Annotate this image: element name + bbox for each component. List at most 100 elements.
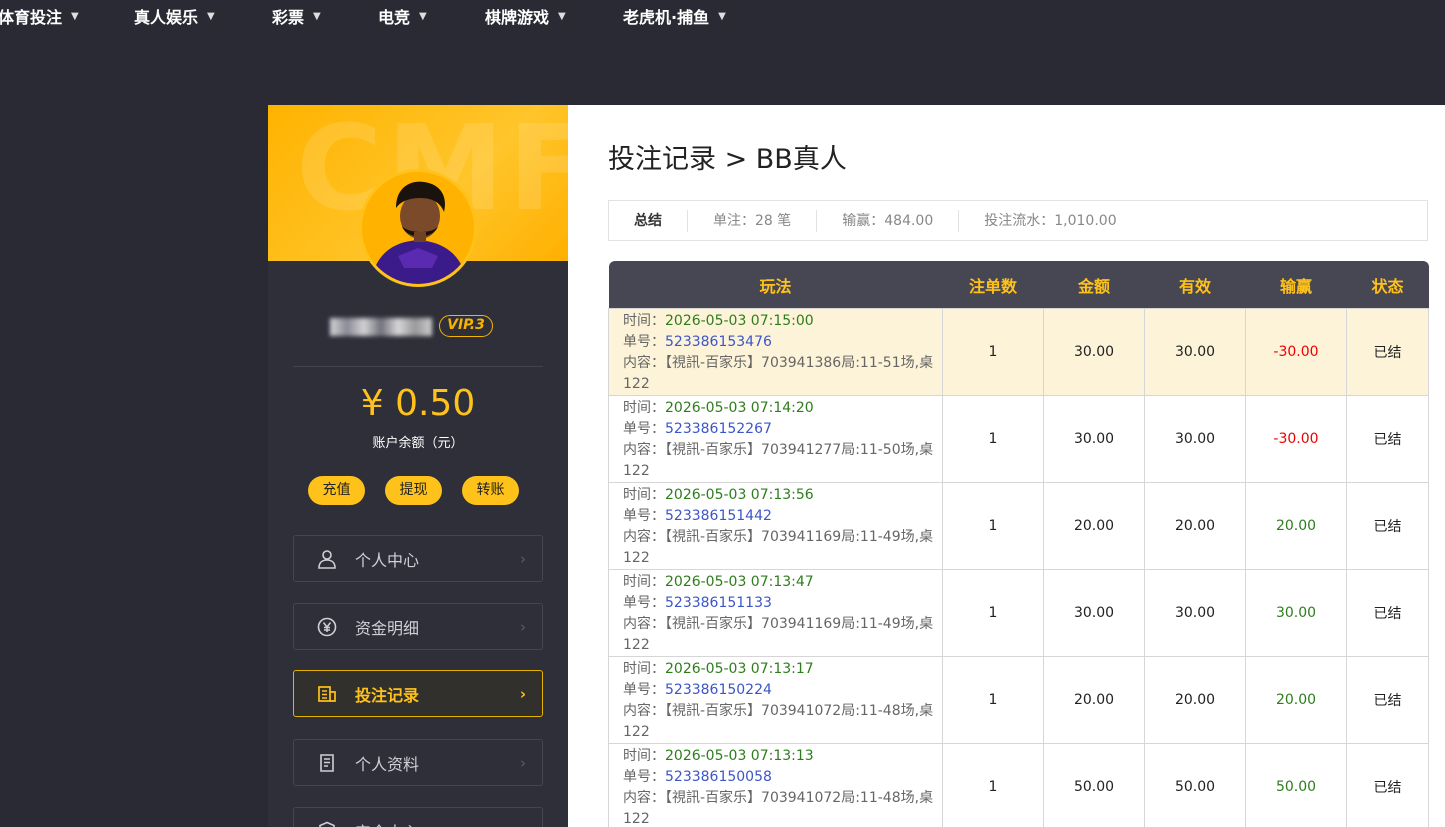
bet-status: 已结 [1346, 482, 1429, 570]
bet-content: 【視訊-百家乐】703941072局:11-48场,桌122 [623, 703, 934, 740]
sidebar-item-bet-record[interactable]: 投注记录 › [293, 670, 543, 717]
bet-info-cell: 时间：2026-05-03 07:15:00 单号：523386153476 内… [608, 308, 943, 396]
bet-record-icon [316, 683, 338, 705]
bet-time: 2026-05-03 07:13:56 [665, 487, 814, 503]
bet-content: 【視訊-百家乐】703941277局:11-50场,桌122 [623, 442, 934, 479]
order-number-link[interactable]: 523386150224 [665, 682, 772, 698]
bet-time: 2026-05-03 07:13:47 [665, 574, 814, 590]
bet-info-cell: 时间：2026-05-03 07:14:20 单号：523386152267 内… [608, 395, 943, 483]
avatar-image [362, 172, 474, 284]
bet-count: 1 [942, 743, 1044, 827]
table-row[interactable]: 时间：2026-05-03 07:13:13 单号：523386150058 内… [608, 743, 1429, 827]
bet-valid: 30.00 [1144, 308, 1246, 396]
bet-winloss: 20.00 [1245, 482, 1347, 570]
bet-winloss: -30.00 [1245, 395, 1347, 483]
col-header-amount: 金额 [1043, 261, 1145, 309]
table-row[interactable]: 时间：2026-05-03 07:13:47 单号：523386151133 内… [608, 569, 1429, 657]
bet-status: 已结 [1346, 569, 1429, 657]
chevron-down-icon: ▼ [313, 10, 321, 22]
bet-status: 已结 [1346, 395, 1429, 483]
nav-chess-games[interactable]: 棋牌游戏 ▼ [485, 4, 566, 28]
bet-count: 1 [942, 482, 1044, 570]
nav-sports[interactable]: 体育投注 ▼ [0, 4, 79, 28]
order-number-link[interactable]: 523386150058 [665, 769, 772, 785]
nav-live-casino[interactable]: 真人娱乐 ▼ [134, 4, 215, 28]
bet-amount: 30.00 [1043, 308, 1145, 396]
vip-badge: VIP.3 [439, 315, 493, 337]
bet-winloss: -30.00 [1245, 308, 1347, 396]
bet-valid: 20.00 [1144, 656, 1246, 744]
bet-status: 已结 [1346, 743, 1429, 827]
bet-time: 2026-05-03 07:13:17 [665, 661, 814, 677]
table-row[interactable]: 时间：2026-05-03 07:13:17 单号：523386150224 内… [608, 656, 1429, 744]
top-nav: 体育投注 ▼ 真人娱乐 ▼ 彩票 ▼ 电竞 ▼ 棋牌游戏 ▼ 老虎机·捕鱼 ▼ [0, 0, 1445, 105]
nav-esports[interactable]: 电竞 ▼ [378, 4, 427, 28]
bet-status: 已结 [1346, 656, 1429, 744]
chevron-down-icon: ▼ [718, 10, 726, 22]
transfer-button[interactable]: 转账 [462, 476, 519, 505]
bet-amount: 20.00 [1043, 656, 1145, 744]
bet-time: 2026-05-03 07:13:13 [665, 748, 814, 764]
bet-count: 1 [942, 569, 1044, 657]
summary-label: 总结 [634, 212, 662, 229]
username-masked [330, 318, 432, 336]
bet-info-cell: 时间：2026-05-03 07:13:17 单号：523386150224 内… [608, 656, 943, 744]
order-number-link[interactable]: 523386151133 [665, 595, 772, 611]
chevron-down-icon: ▼ [558, 10, 566, 22]
summary-profit: 输赢：484.00 [816, 209, 958, 232]
sidebar-item-security[interactable]: 安全中心 › [293, 807, 543, 827]
avatar[interactable] [359, 169, 477, 287]
bet-info-cell: 时间：2026-05-03 07:13:13 单号：523386150058 内… [608, 743, 943, 827]
sidebar-item-personal-center[interactable]: 个人中心 › [293, 535, 543, 582]
bet-content: 【視訊-百家乐】703941169局:11-49场,桌122 [623, 529, 934, 566]
table-row[interactable]: 时间：2026-05-03 07:15:00 单号：523386153476 内… [608, 308, 1429, 396]
account-sidebar: CMF VIP.3 ¥ 0.50 账户余额（元） 充值 提现 转账 个人中心 ›… [268, 105, 568, 827]
chevron-right-icon: › [520, 549, 526, 568]
col-header-count: 注单数 [942, 261, 1044, 309]
nav-lottery[interactable]: 彩票 ▼ [272, 4, 321, 28]
bet-amount: 20.00 [1043, 482, 1145, 570]
withdraw-button[interactable]: 提现 [385, 476, 442, 505]
nav-slots-fishing[interactable]: 老虎机·捕鱼 ▼ [623, 4, 726, 28]
chevron-down-icon: ▼ [71, 10, 79, 22]
order-number-link[interactable]: 523386153476 [665, 334, 772, 350]
col-header-winloss: 输赢 [1245, 261, 1347, 309]
sidebar-item-fund-details[interactable]: 资金明细 › [293, 603, 543, 650]
bet-count: 1 [942, 308, 1044, 396]
balance-label: 账户余额（元） [372, 436, 464, 451]
page-title: 投注记录 > BB真人 [608, 144, 847, 175]
bet-time: 2026-05-03 07:14:20 [665, 400, 814, 416]
bet-record-table: 玩法 注单数 金额 有效 输赢 状态 时间：2026-05-03 07:15:0… [608, 261, 1429, 827]
bet-winloss: 50.00 [1245, 743, 1347, 827]
bet-count: 1 [942, 395, 1044, 483]
bet-valid: 30.00 [1144, 395, 1246, 483]
bet-amount: 30.00 [1043, 395, 1145, 483]
table-row[interactable]: 时间：2026-05-03 07:14:20 单号：523386152267 内… [608, 395, 1429, 483]
table-header: 玩法 注单数 金额 有效 输赢 状态 [608, 261, 1429, 309]
table-row[interactable]: 时间：2026-05-03 07:13:56 单号：523386151442 内… [608, 482, 1429, 570]
col-header-status: 状态 [1346, 261, 1429, 309]
yuan-cycle-icon [316, 616, 338, 638]
bet-info-cell: 时间：2026-05-03 07:13:56 单号：523386151442 内… [608, 482, 943, 570]
bet-valid: 30.00 [1144, 569, 1246, 657]
main-content: 投注记录 > BB真人 总结 单注：28 笔 输赢：484.00 投注流水：1,… [568, 105, 1445, 827]
shield-icon [316, 820, 338, 827]
user-icon [316, 548, 338, 570]
chevron-right-icon: › [520, 753, 526, 772]
bet-amount: 50.00 [1043, 743, 1145, 827]
chevron-right-icon: › [520, 617, 526, 636]
divider [293, 366, 543, 367]
bet-amount: 30.00 [1043, 569, 1145, 657]
deposit-button[interactable]: 充值 [308, 476, 365, 505]
order-number-link[interactable]: 523386152267 [665, 421, 772, 437]
profile-doc-icon [316, 752, 338, 774]
bet-info-cell: 时间：2026-05-03 07:13:47 单号：523386151133 内… [608, 569, 943, 657]
bet-content: 【視訊-百家乐】703941169局:11-49场,桌122 [623, 616, 934, 653]
summary-bar: 总结 单注：28 笔 输赢：484.00 投注流水：1,010.00 [608, 200, 1428, 241]
bet-content: 【視訊-百家乐】703941386局:11-51场,桌122 [623, 355, 934, 392]
bet-valid: 20.00 [1144, 482, 1246, 570]
bet-winloss: 20.00 [1245, 656, 1347, 744]
bet-valid: 50.00 [1144, 743, 1246, 827]
order-number-link[interactable]: 523386151442 [665, 508, 772, 524]
sidebar-item-profile[interactable]: 个人资料 › [293, 739, 543, 786]
